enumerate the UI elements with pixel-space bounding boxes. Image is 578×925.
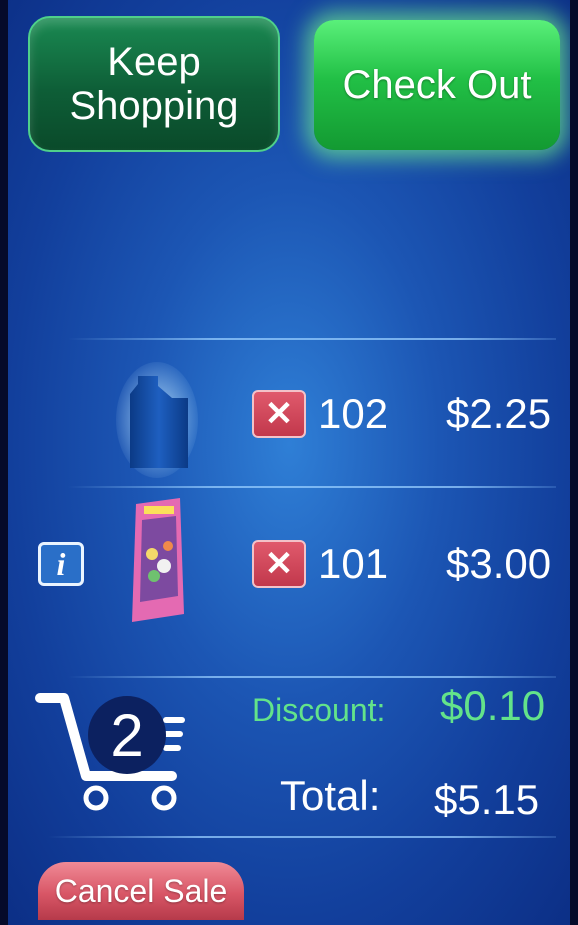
cart-item-row: ✕ 102 $2.25: [8, 350, 570, 480]
item-price: $2.25: [446, 390, 552, 437]
keep-shopping-label: Keep Shopping: [69, 40, 239, 128]
cart-count-badge: 2: [88, 696, 166, 774]
cart-item-row: i ✕ 101 $3.00: [8, 490, 570, 670]
check-out-button[interactable]: Check Out: [314, 20, 560, 150]
bottle-product-icon: [116, 362, 198, 478]
divider: [48, 836, 556, 838]
total-value: $5.15: [434, 776, 540, 823]
keep-shopping-button[interactable]: Keep Shopping: [28, 16, 280, 152]
total-label: Total:: [280, 772, 381, 819]
close-icon: ✕: [264, 395, 294, 433]
check-out-label: Check Out: [342, 62, 532, 107]
remove-item-button[interactable]: ✕: [252, 540, 306, 588]
kiosk-screen: Keep Shopping Check Out ✕ 102 $2.25 i ✕ …: [8, 0, 570, 925]
info-button[interactable]: i: [38, 542, 84, 586]
divider: [68, 338, 556, 340]
cancel-sale-label: Cancel Sale: [54, 872, 228, 909]
item-code: 102: [318, 390, 389, 437]
discount-label: Discount:: [252, 692, 386, 728]
info-icon: i: [56, 545, 66, 582]
snack-bag-product-icon: [132, 498, 184, 622]
close-icon: ✕: [264, 545, 294, 583]
remove-item-button[interactable]: ✕: [252, 390, 306, 438]
divider: [68, 676, 556, 678]
item-code: 101: [318, 540, 389, 587]
divider: [68, 486, 556, 488]
discount-value: $0.10: [440, 682, 546, 729]
cancel-sale-button[interactable]: Cancel Sale: [38, 862, 244, 920]
item-price: $3.00: [446, 540, 552, 587]
